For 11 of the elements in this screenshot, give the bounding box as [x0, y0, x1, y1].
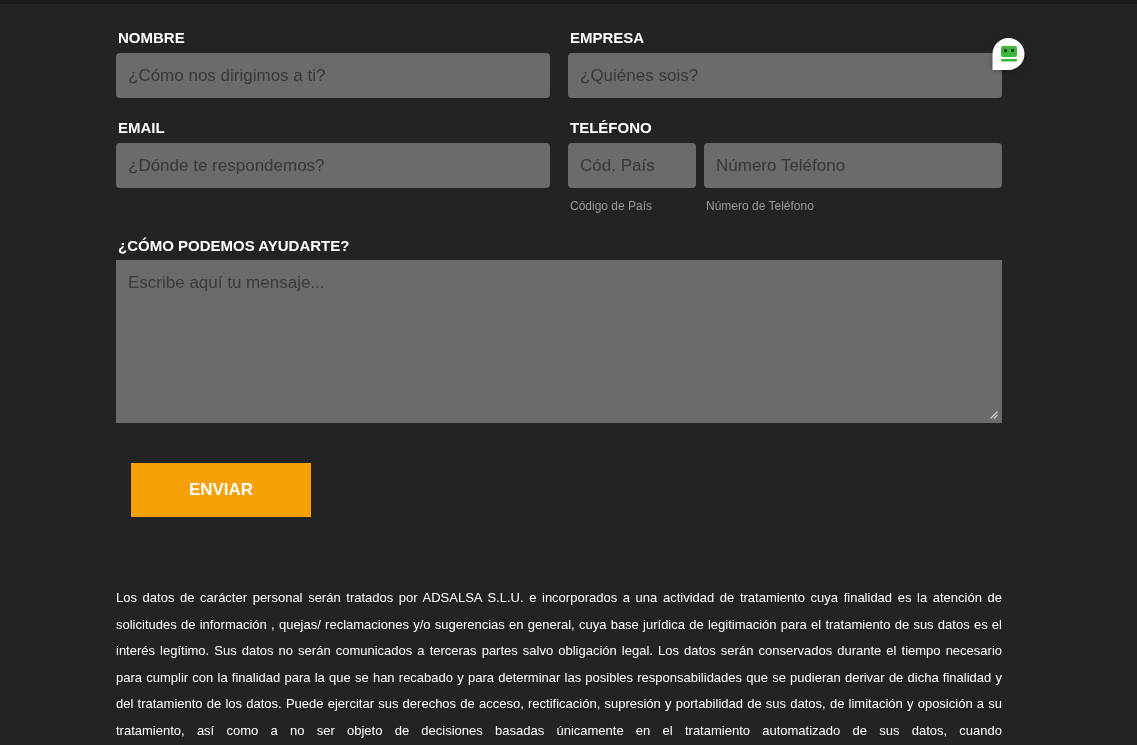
privacy-notice: Los datos de carácter personal serán tratados por ADSALSA S.L.U. e incorporados a una actividad de tratamiento cuya finalidad es la atención de solicitudes de información , quejas/ reclamaciones y/o sugerencias en general, cuya base jurídica de legitimación para el tratamiento de sus datos es el interés legítimo. Sus datos no serán comunicados a terceras partes salvo obligación legal. Los datos serán conservados durante el tiempo necesario para cumplir con la finalidad para la que se han recabado y para determinar las posibles responsabilidades que se pudieran derivar de dicha finalidad y del tratamiento de los datos. Puede ejercitar sus derechos de acceso, rectificación, supresión y portabilidad de sus datos, de limitación y oposición a su tratamiento, así como a no ser objeto de decisiones basadas únicamente en el tratamiento automatizado de sus datos, cuando: [116, 589, 1002, 740]
field-label: ¿CÓMO PODEMOS AYUDARTE?: [118, 236, 350, 256]
field-label: TELÉFONO: [570, 118, 652, 138]
field-hint: Código de País: [570, 198, 653, 214]
field-hint: Número de Teléfono: [706, 198, 814, 214]
field-label: NOMBRE: [118, 28, 185, 48]
submit-button[interactable]: ENVIAR: [131, 463, 311, 517]
field-label: EMPRESA: [570, 28, 645, 48]
field-label: EMAIL: [118, 118, 165, 138]
robot-face-icon[interactable]: [992, 38, 1025, 70]
resize-grip-icon[interactable]: [990, 411, 998, 419]
